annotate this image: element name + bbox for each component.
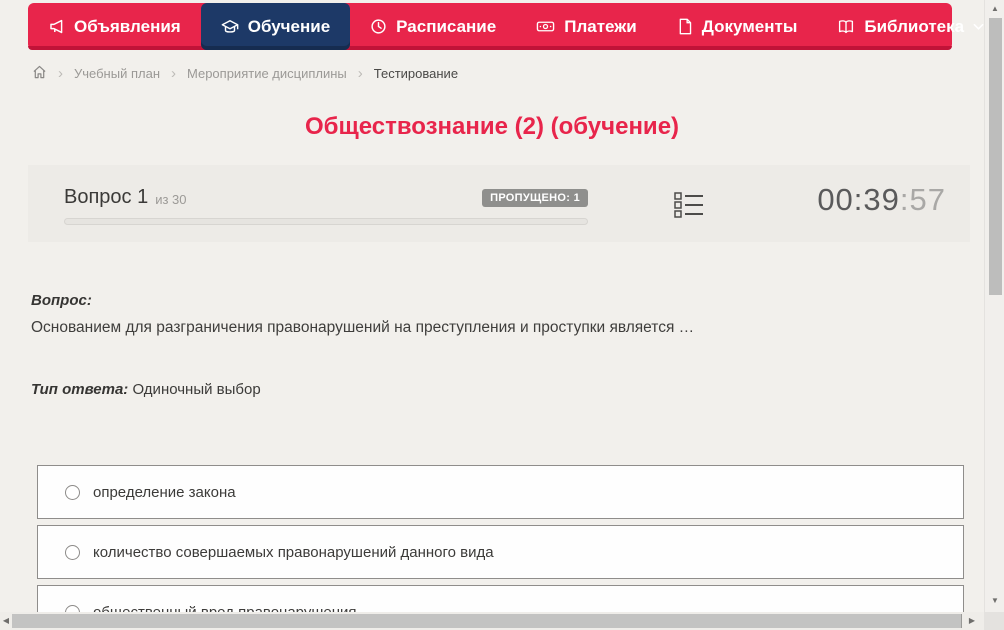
question-counter: из 30 (155, 192, 187, 207)
scrollbar-corner (984, 612, 1004, 630)
nav-item-learning[interactable]: Обучение (200, 3, 351, 50)
banknote-icon (536, 18, 555, 35)
scroll-left-arrow[interactable]: ◀ (0, 612, 12, 630)
question-label: Вопрос: (31, 292, 92, 309)
timer: 00:39:57 (817, 182, 946, 218)
document-icon (677, 18, 693, 35)
nav-item-payments[interactable]: Платежи (516, 3, 657, 50)
nav-item-label: Библиотека (864, 16, 965, 36)
graduation-cap-icon (221, 18, 239, 36)
question-number: Вопрос 1 (64, 186, 149, 208)
main-nav: Объявления Обучение Расписание Платежи Д… (28, 3, 984, 50)
answer-option-label: количество совершаемых правонарушений да… (93, 543, 494, 561)
answer-option-1[interactable]: определение закона (37, 465, 964, 519)
answer-option-2[interactable]: количество совершаемых правонарушений да… (37, 525, 964, 579)
radio-button[interactable] (65, 484, 80, 500)
nav-item-label: Объявления (74, 16, 181, 36)
scroll-down-arrow[interactable]: ▼ (985, 594, 1004, 608)
nav-item-label: Документы (701, 16, 798, 36)
nav-item-label: Обучение (247, 16, 331, 36)
answer-type-label: Тип ответа: (31, 381, 129, 398)
breadcrumb-separator: › (357, 64, 363, 82)
question-list-icon (672, 192, 706, 225)
breadcrumb-curriculum[interactable]: Учебный план (74, 66, 160, 81)
chevron-down-icon (973, 23, 984, 31)
question-progress-bar (64, 218, 588, 225)
question-block: Вопрос: Основанием для разграничения пра… (31, 292, 961, 398)
content-viewport: Объявления Обучение Расписание Платежи Д… (0, 0, 984, 630)
answer-option-label: определение закона (93, 483, 236, 501)
answer-type-row: Тип ответа: Одиночный выбор (31, 381, 961, 398)
vertical-scrollbar-thumb[interactable] (989, 18, 1002, 295)
breadcrumb-discipline-event[interactable]: Мероприятие дисциплины (187, 66, 347, 81)
nav-item-label: Платежи (564, 16, 637, 36)
clock-icon (370, 18, 387, 35)
skipped-badge: ПРОПУЩЕНО: 1 (482, 188, 588, 207)
breadcrumb: › Учебный план › Мероприятие дисциплины … (32, 62, 458, 84)
breadcrumb-separator: › (171, 64, 176, 82)
book-icon (837, 18, 855, 35)
question-text: Основанием для разграничения правонаруше… (31, 319, 695, 336)
timer-colon: : (899, 182, 910, 217)
vertical-scrollbar[interactable]: ▲ ▼ (984, 0, 1004, 630)
breadcrumb-testing: Тестирование (373, 65, 459, 81)
answer-options: определение закона количество совершаемы… (37, 465, 964, 630)
nav-item-documents[interactable]: Документы (657, 3, 818, 50)
radio-button[interactable] (65, 544, 80, 560)
scroll-up-arrow[interactable]: ▲ (985, 2, 1004, 16)
horizontal-scrollbar[interactable]: ◀ ▶ (0, 612, 984, 630)
timer-hours-minutes: 00:39 (817, 182, 900, 217)
nav-item-announcements[interactable]: Объявления (28, 3, 201, 50)
nav-item-schedule[interactable]: Расписание (350, 3, 516, 50)
breadcrumb-separator: › (58, 64, 63, 82)
answer-type-value: Одиночный выбор (132, 381, 261, 398)
page-title: Обществознание (2) (обучение) (304, 113, 680, 140)
nav-item-library[interactable]: Библиотека (817, 3, 984, 50)
question-progress-area: Вопрос 1 из 30 ПРОПУЩЕНО: 1 (64, 186, 588, 225)
nav-item-label: Расписание (396, 16, 497, 36)
horizontal-scrollbar-thumb[interactable] (12, 614, 962, 628)
scroll-right-arrow[interactable]: ▶ (966, 612, 978, 630)
timer-seconds: 57 (909, 182, 946, 217)
megaphone-icon (48, 18, 65, 35)
home-icon[interactable] (32, 65, 47, 82)
question-list-button[interactable] (672, 189, 706, 221)
question-header-card: Вопрос 1 из 30 ПРОПУЩЕНО: 1 00:39:57 (28, 165, 970, 242)
